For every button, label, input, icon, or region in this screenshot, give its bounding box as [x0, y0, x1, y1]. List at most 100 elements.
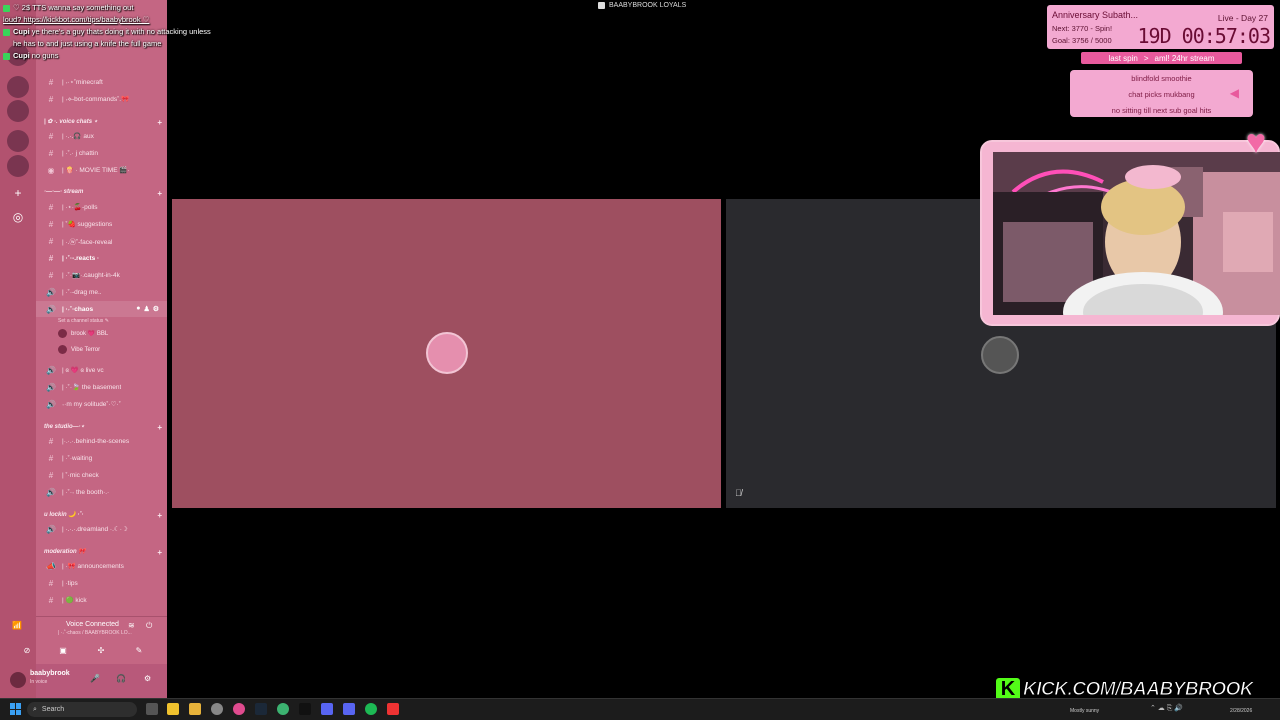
channel-minecraft[interactable]: # | ˖·⋆˚minecraft [36, 74, 167, 90]
channel-caught-in-4k[interactable]: # | ·˚·📷·.caught-in-4k [36, 267, 167, 283]
explore-icon[interactable]: ◎ [7, 206, 29, 228]
server-icon[interactable] [7, 100, 29, 122]
category-u-lockin[interactable]: u lockin 🌙 ·˚· + [44, 511, 162, 520]
spotify-icon[interactable] [365, 703, 377, 715]
channel-bot-commands[interactable]: # | ˖⟡-bot-commands˚.🎀 [36, 91, 167, 107]
plus-icon[interactable]: + [157, 423, 162, 432]
last-spin-bar: last spin > aml! 24hr stream [1081, 52, 1242, 64]
channel-the-booth[interactable]: 🔊 | ·˚·˖ the booth·.· [36, 484, 167, 500]
steam-icon[interactable] [255, 703, 267, 715]
channel-dreamland[interactable]: 🔊 | ·.·.·.dreamland ·.☾·☽ [36, 521, 167, 537]
screen-share-button[interactable]: ▣ [48, 643, 78, 657]
avatar[interactable] [10, 672, 26, 688]
voice-user-brook[interactable]: brook 💗 BBL [58, 329, 108, 338]
server-icon[interactable] [7, 155, 29, 177]
channel-status-hint[interactable]: Set a channel status ✎ [58, 318, 109, 324]
channel-my-solitude[interactable]: 🔊 ˖·m my solitude˚·♡·˚ [36, 396, 167, 412]
channel-kick[interactable]: # | 🟢 kick [36, 592, 167, 608]
weather-text[interactable]: Mostly sunny [1070, 708, 1099, 714]
settings-gear-icon[interactable]: ⚙ [144, 674, 151, 683]
discord-icon[interactable] [343, 703, 355, 715]
subathon-widget: Anniversary Subath... Next: 3770 - Spin!… [1047, 5, 1274, 49]
task-view-icon[interactable] [146, 703, 158, 715]
badge-icon [3, 53, 10, 60]
activities-button[interactable]: ✣ [86, 643, 116, 657]
disconnect-icon[interactable]: ⏻ [146, 621, 152, 631]
settings-gear-icon[interactable]: ⚙ [153, 305, 159, 313]
category-moderation[interactable]: moderation 🎀 + [44, 548, 162, 557]
taskbar: ⌕ Search Mostly sunny ⌃ ☁ ⎘ 🔊 2/28/2026 [0, 698, 1280, 720]
channel-live-vc[interactable]: 🔊 | ɞ 💗 ɞ live vc [36, 362, 167, 378]
channel-face-reveal[interactable]: # | ·.ⓦ˚-face-reveal [36, 233, 167, 249]
hash-icon: # [48, 219, 54, 229]
pointer-arrow-icon: ◀ [1229, 86, 1239, 100]
app-icon[interactable] [387, 703, 399, 715]
voice-channel-info[interactable]: | ·˖˚·chaos / BAABYBROOK LO... [58, 630, 132, 636]
microphone-icon[interactable]: 🎤 [90, 674, 100, 683]
plus-icon[interactable]: + [157, 189, 162, 198]
chat-bubble-icon[interactable]: ● [136, 305, 140, 313]
taskbar-search[interactable]: ⌕ Search [27, 702, 137, 717]
headphones-icon[interactable]: 🎧 [116, 674, 126, 683]
discord-icon[interactable] [321, 703, 333, 715]
hash-icon: # [48, 270, 54, 280]
channel-chattin[interactable]: # | ·˚.· j chattin [36, 145, 167, 161]
channel-announcements[interactable]: 📣 | ·🎀 announcements [36, 558, 167, 574]
hash-icon: # [48, 578, 54, 588]
channel-behind-the-scenes[interactable]: # |·.·.·.behind-the-scenes [36, 433, 167, 449]
channel-chaos[interactable]: 🔊 | ·˖˚·chaos ● ♟ ⚙ [36, 301, 167, 317]
chevron-right-icon: > [1143, 53, 1149, 63]
app-icon[interactable] [233, 703, 245, 715]
channel-aux[interactable]: # | ·.·.🎧 aux [36, 128, 167, 144]
channel-reacts[interactable]: # | ·˚·-.reacts · [36, 250, 167, 266]
user-name[interactable]: baabybrook [30, 670, 70, 677]
voice-connected-panel: 📶 Voice Connected | ·˖˚·chaos / BAABYBRO… [12, 616, 167, 668]
channel-mic-check[interactable]: # | ˚·mic check [36, 467, 167, 483]
invite-icon[interactable]: ♟ [143, 305, 149, 313]
hash-icon: # [48, 94, 54, 104]
category-stream[interactable]: ·—·—· stream + [44, 189, 162, 198]
add-server-icon[interactable]: + [7, 182, 29, 204]
folder-icon[interactable] [189, 703, 201, 715]
server-icon[interactable] [7, 76, 29, 98]
discord-icon [598, 2, 605, 9]
speaker-icon: 🔊 [46, 382, 56, 392]
subathon-goal: Goal: 3756 / 5000 [1052, 36, 1112, 45]
taskbar-date[interactable]: 2/28/2026 [1230, 708, 1252, 714]
soundboard-button[interactable]: ✎ [124, 643, 154, 657]
channel-suggestions[interactable]: # | ˚🍓 suggestions [36, 216, 167, 232]
chrome-icon[interactable] [277, 703, 289, 715]
file-explorer-icon[interactable] [167, 703, 179, 715]
obs-icon[interactable] [211, 703, 223, 715]
voice-tile-brook[interactable] [172, 199, 721, 508]
screen: BAABYBROOK LOYALS + ◎ # | ˖·⋆˚minecraft … [0, 0, 1280, 720]
channel-waiting[interactable]: # | ·˚·waiting [36, 450, 167, 466]
chat-message: Cupi ye there's a guy thats doing it wit… [3, 26, 213, 50]
spin-item: no sitting till next sub goal hits [1111, 106, 1212, 115]
plus-icon[interactable]: + [157, 118, 162, 127]
spin-item: chat picks mukbang [1128, 90, 1195, 99]
channel-drag-me[interactable]: 🔊 | ·˚·-drag me.. [36, 284, 167, 300]
camera-off-button[interactable]: ⊘ [12, 643, 42, 657]
voice-user-vibe-terror[interactable]: Vibe Terror [58, 345, 100, 354]
category-voice-chats[interactable]: | ✿ ·. voice chats ⋆ + [44, 118, 162, 127]
spin-item: blindfold smoothie [1131, 74, 1192, 83]
hash-icon: # [48, 470, 54, 480]
channel-movie-time[interactable]: ◉ | 🍿 · MOVIE TIME 🎬· [36, 162, 167, 178]
plus-icon[interactable]: + [157, 511, 162, 520]
channel-tips[interactable]: # | ·tips [36, 575, 167, 591]
avatar [58, 345, 67, 354]
channel-the-basement[interactable]: 🔊 | ·˚·🍃 the basement [36, 379, 167, 395]
tiktok-icon[interactable] [299, 703, 311, 715]
system-tray-icons[interactable]: ⌃ ☁ ⎘ 🔊 [1150, 704, 1183, 713]
webcam-image [993, 152, 1280, 315]
server-icon[interactable] [7, 130, 29, 152]
speaker-icon: 🔊 [46, 399, 56, 409]
windows-start-icon[interactable] [10, 703, 22, 715]
channel-polls[interactable]: # | ·⋆·🍒-polls [36, 199, 167, 215]
noise-suppression-icon[interactable]: ≋ [128, 621, 135, 630]
chat-message: loud? https://kickbot.com/tips/baabybroo… [3, 15, 150, 24]
category-the-studio[interactable]: the studio—·⋆ + [44, 423, 162, 432]
badge-icon [3, 29, 10, 36]
plus-icon[interactable]: + [157, 548, 162, 557]
